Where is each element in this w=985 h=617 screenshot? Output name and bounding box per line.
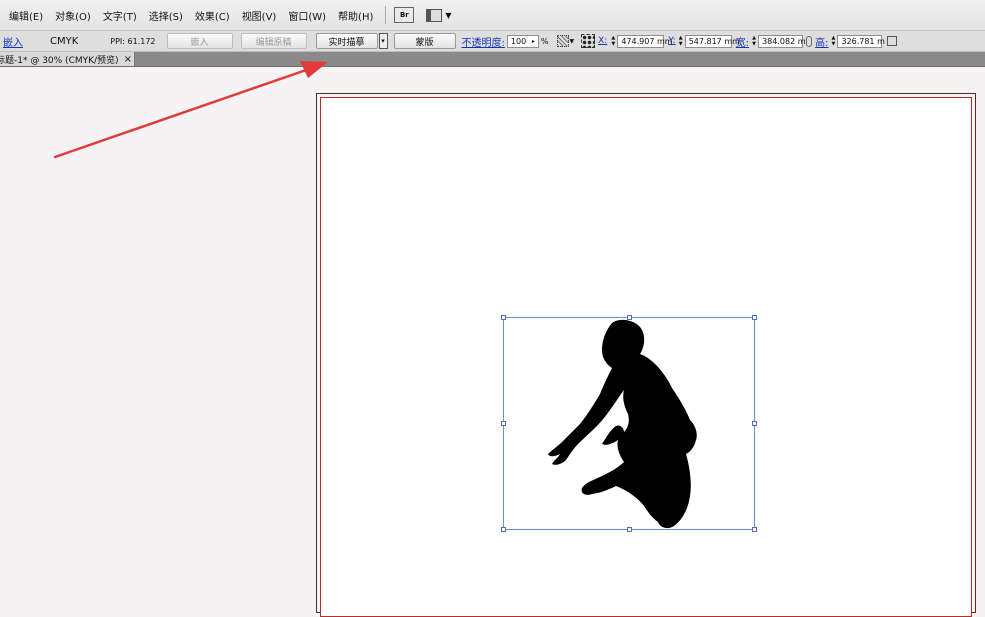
resize-handle-bottom-left[interactable] <box>501 527 506 532</box>
menu-object[interactable]: 对象(O) <box>49 8 97 23</box>
menu-effect[interactable]: 效果(C) <box>189 8 236 23</box>
chevron-down-icon: ▼ <box>445 10 452 20</box>
menu-type[interactable]: 文字(T) <box>97 8 143 23</box>
menu-view[interactable]: 视图(V) <box>236 8 283 23</box>
menu-bar: 编辑(E) 对象(O) 文字(T) 选择(S) 效果(C) 视图(V) 窗口(W… <box>0 0 985 31</box>
transform-icon[interactable] <box>887 36 898 46</box>
width-field[interactable]: 384.082 m <box>758 34 805 48</box>
percent-sign: % <box>540 36 549 46</box>
menu-divider <box>385 6 387 24</box>
x-field[interactable]: 474.907 mm <box>617 34 673 48</box>
resize-handle-top-left[interactable] <box>501 315 506 320</box>
graphic-style-icon <box>556 35 569 47</box>
menu-help[interactable]: 帮助(H) <box>332 8 379 23</box>
resize-handle-bottom[interactable] <box>627 527 632 532</box>
opacity-value: 100 <box>510 36 527 46</box>
reference-point-icon[interactable] <box>581 34 596 48</box>
width-label[interactable]: 宽: <box>736 34 749 49</box>
resize-handle-top[interactable] <box>627 315 632 320</box>
control-bar: 嵌入 CMYK PPI: 61.172 嵌入 编辑原稿 实时描摹 ▾ 蒙版 不透… <box>0 31 985 52</box>
tracing-presets-dropdown[interactable]: ▾ <box>378 33 388 49</box>
mask-button[interactable]: 蒙版 <box>393 33 456 49</box>
opacity-field[interactable]: 100 ▸ <box>506 34 539 48</box>
embed-link[interactable]: 嵌入 <box>3 34 23 49</box>
resize-handle-bottom-right[interactable] <box>752 527 757 532</box>
resize-handle-top-right[interactable] <box>752 315 757 320</box>
resize-handle-left[interactable] <box>501 421 506 426</box>
menu-edit[interactable]: 编辑(E) <box>0 8 49 23</box>
width-spinner-icon[interactable]: ▲ ▼ <box>750 35 758 48</box>
height-label[interactable]: 高: <box>815 34 828 49</box>
x-label[interactable]: X: <box>598 36 607 46</box>
color-mode: CMYK <box>50 35 79 47</box>
bridge-icon[interactable]: Br <box>394 7 415 23</box>
height-field[interactable]: 326.781 m <box>837 34 885 48</box>
selection-bounding-box[interactable] <box>501 315 757 532</box>
y-field[interactable]: 547.817 mm <box>684 34 740 48</box>
opacity-arrow-icon: ▸ <box>531 37 535 45</box>
edit-original-button[interactable]: 编辑原稿 <box>240 33 307 49</box>
resize-handle-right[interactable] <box>752 421 757 426</box>
x-spinner-icon[interactable]: ▲ ▼ <box>609 35 617 48</box>
live-trace-button[interactable]: 实时描摹 <box>315 33 378 49</box>
document-tab-title: 标题-1* @ 30% (CMYK/预览) <box>0 55 119 66</box>
document-tab[interactable]: 标题-1* @ 30% (CMYK/预览) × <box>0 52 135 66</box>
ppi-value: PPI: 61.172 <box>110 36 156 46</box>
arrange-documents-icon <box>426 8 443 22</box>
y-label[interactable]: Y: <box>668 36 675 46</box>
embed-button[interactable]: 嵌入 <box>166 33 233 49</box>
y-spinner-icon[interactable]: ▲ ▼ <box>677 35 685 48</box>
menu-window[interactable]: 窗口(W) <box>282 8 332 23</box>
style-picker[interactable]: ▼ <box>556 35 575 47</box>
opacity-label[interactable]: 不透明度: <box>462 34 505 49</box>
document-tab-strip: 标题-1* @ 30% (CMYK/预览) × <box>0 52 985 67</box>
menu-select[interactable]: 选择(S) <box>143 8 189 23</box>
close-icon[interactable]: × <box>124 54 132 65</box>
chevron-down-icon: ▼ <box>569 37 575 45</box>
workspace-switcher[interactable]: ▼ <box>426 8 452 22</box>
height-spinner-icon[interactable]: ▲ ▼ <box>829 35 837 48</box>
constrain-proportions-icon[interactable] <box>806 35 813 47</box>
